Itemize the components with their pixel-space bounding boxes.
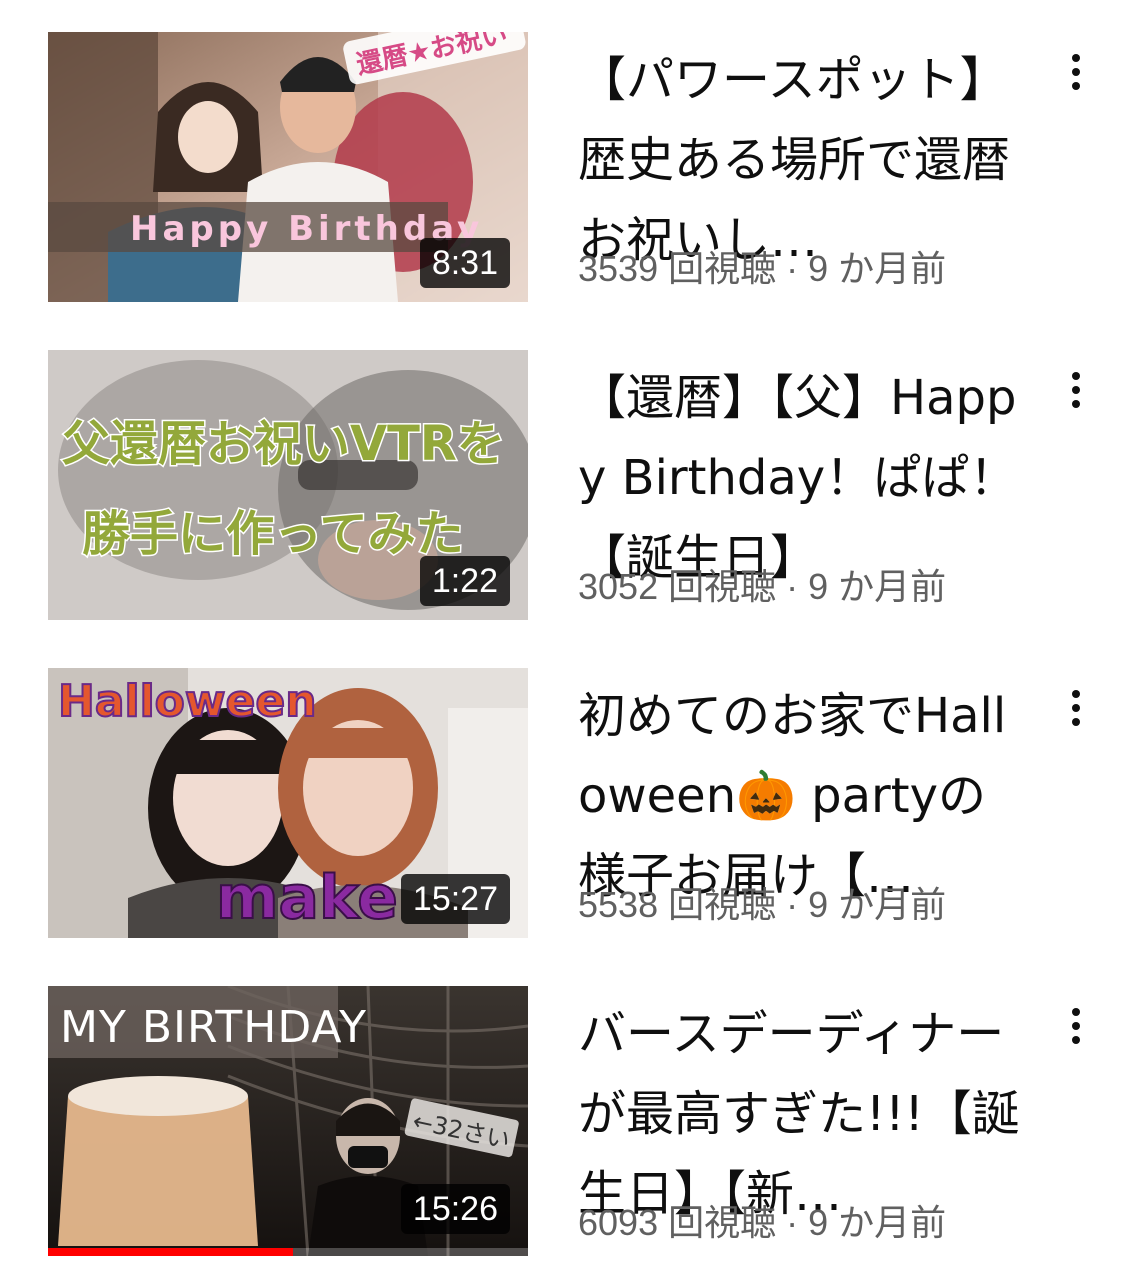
video-item[interactable]: Halloween make 15:27 初めてのお家でHalloween🎃 p… [0,668,1125,938]
thumbnail-caption: 勝手に作ってみた [82,506,464,562]
view-count: 3052 回視聴 [578,566,777,607]
meta-separator: · [786,248,799,289]
more-vert-icon[interactable] [1056,678,1096,734]
video-meta: 3539 回視聴 · 9 か月前 [578,244,946,294]
video-thumbnail[interactable]: MY BIRTHDAY ←32さい 15:26 [48,986,528,1256]
video-list: Happy Birthday 還暦★お祝い 8:31 【パワースポット】歴史ある… [0,0,1125,1286]
thumbnail-caption: Halloween [58,676,317,727]
upload-age: 9 か月前 [808,566,947,607]
view-count: 6093 回視聴 [578,1202,777,1243]
thumbnail-caption: MY BIRTHDAY [60,1002,367,1053]
upload-age: 9 か月前 [808,248,947,289]
video-thumbnail[interactable]: Halloween make 15:27 [48,668,528,938]
video-meta: 3052 回視聴 · 9 か月前 [578,562,946,612]
duration-badge: 1:22 [419,556,510,606]
video-meta: 5538 回視聴 · 9 か月前 [578,880,946,930]
duration-badge: 15:27 [400,874,510,924]
thumbnail-caption: 父還暦お祝いVTRを [62,416,505,472]
video-meta: 6093 回視聴 · 9 か月前 [578,1198,946,1248]
video-item[interactable]: MY BIRTHDAY ←32さい 15:26 バースデーディナーが最高すぎた!… [0,986,1125,1256]
meta-separator: · [786,1202,799,1243]
view-count: 3539 回視聴 [578,248,777,289]
thumbnail-caption: make [216,863,398,933]
video-thumbnail[interactable]: 父還暦お祝いVTRを 勝手に作ってみた 1:22 [48,350,528,620]
more-vert-icon[interactable] [1056,42,1096,98]
upload-age: 9 か月前 [808,884,947,925]
meta-separator: · [786,884,799,925]
more-vert-icon[interactable] [1056,996,1096,1052]
video-item[interactable]: 父還暦お祝いVTRを 勝手に作ってみた 1:22 【還暦】【父】Happy Bi… [0,350,1125,620]
watch-progress-track [48,1248,528,1256]
meta-separator: · [786,566,799,607]
view-count: 5538 回視聴 [578,884,777,925]
duration-badge: 8:31 [419,238,510,288]
more-vert-icon[interactable] [1056,360,1096,416]
duration-badge: 15:26 [400,1184,510,1234]
video-thumbnail[interactable]: Happy Birthday 還暦★お祝い 8:31 [48,32,528,302]
upload-age: 9 か月前 [808,1202,947,1243]
video-item[interactable]: Happy Birthday 還暦★お祝い 8:31 【パワースポット】歴史ある… [0,32,1125,302]
watch-progress-bar [48,1248,293,1256]
